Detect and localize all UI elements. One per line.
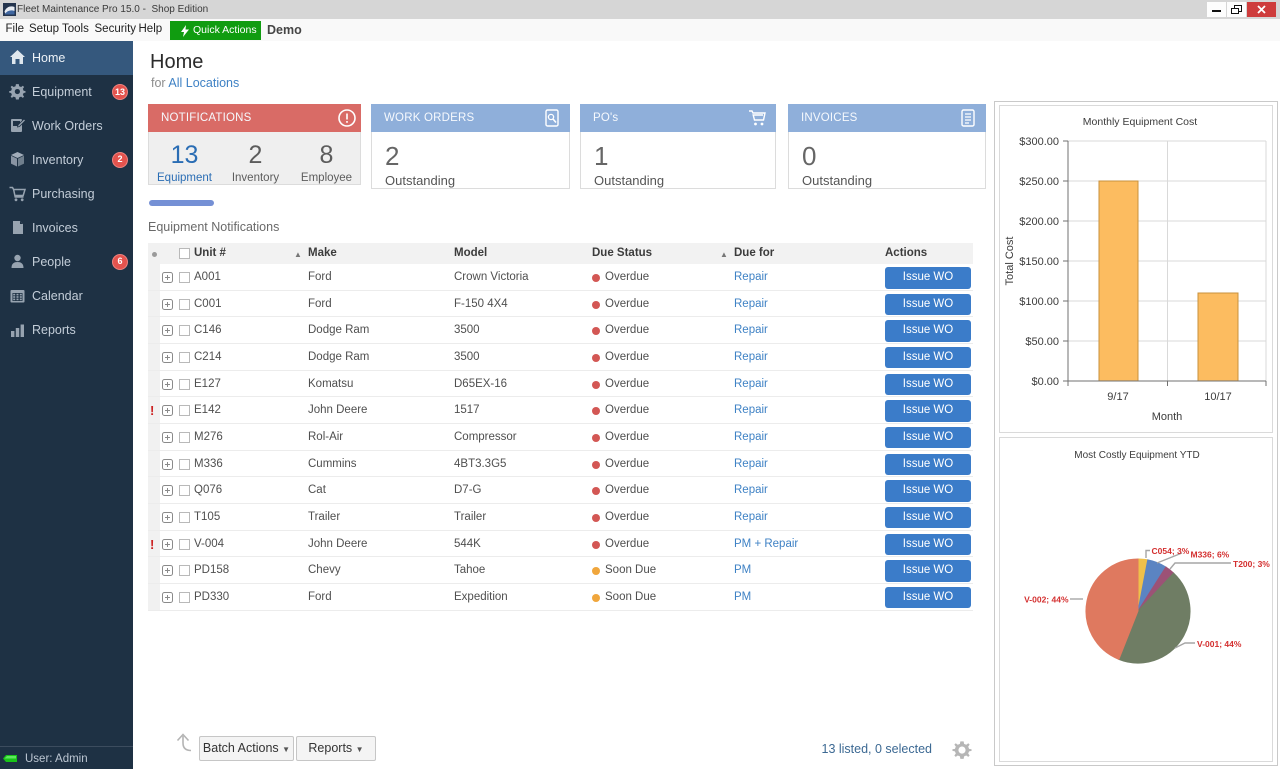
svg-text:V-001; 44%: V-001; 44%: [1197, 639, 1242, 649]
svg-text:9/17: 9/17: [1107, 391, 1128, 403]
svg-text:$0.00: $0.00: [1031, 376, 1059, 388]
svg-text:$100.00: $100.00: [1019, 296, 1059, 308]
svg-text:Most Costly Equipment YTD: Most Costly Equipment YTD: [1074, 450, 1199, 461]
svg-text:Monthly Equipment Cost: Monthly Equipment Cost: [1083, 116, 1197, 128]
svg-text:10/17: 10/17: [1204, 391, 1232, 403]
svg-text:T200; 3%: T200; 3%: [1233, 559, 1270, 569]
svg-text:C054; 3%: C054; 3%: [1152, 546, 1190, 556]
svg-text:Month: Month: [1152, 411, 1183, 423]
svg-text:$200.00: $200.00: [1019, 216, 1059, 228]
svg-text:$50.00: $50.00: [1025, 336, 1059, 348]
svg-text:$300.00: $300.00: [1019, 136, 1059, 148]
svg-text:$150.00: $150.00: [1019, 256, 1059, 268]
svg-text:Total Cost: Total Cost: [1004, 237, 1016, 286]
svg-text:M336; 6%: M336; 6%: [1191, 550, 1230, 560]
svg-text:V-002; 44%: V-002; 44%: [1024, 595, 1069, 605]
svg-text:$250.00: $250.00: [1019, 176, 1059, 188]
